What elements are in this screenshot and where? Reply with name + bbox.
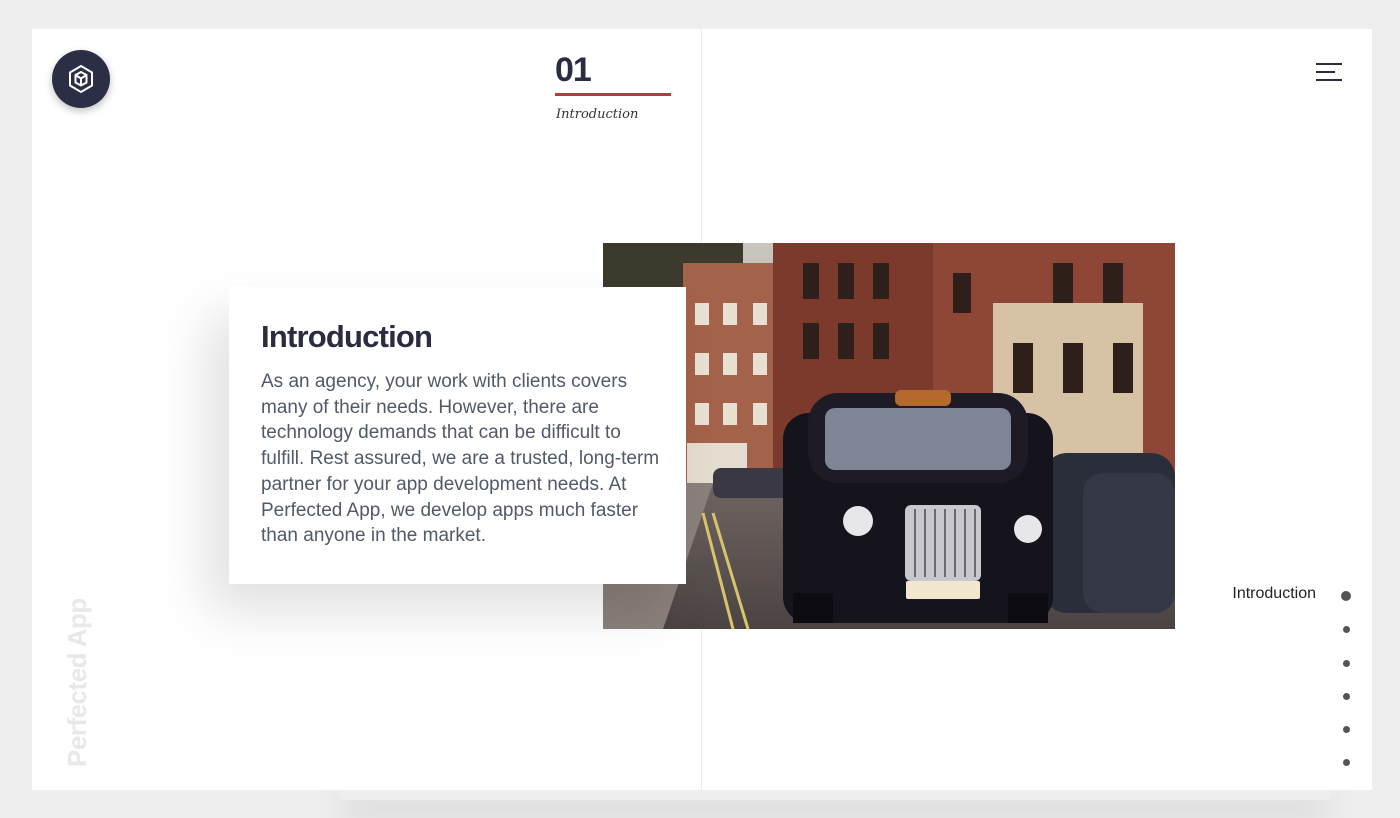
nav-dot-4[interactable] — [1343, 693, 1350, 700]
logo-button[interactable] — [52, 50, 110, 108]
intro-card: Introduction As an agency, your work wit… — [229, 287, 686, 584]
menu-button[interactable] — [1316, 61, 1344, 83]
hexagon-cube-icon — [69, 64, 93, 94]
nav-dot-1[interactable] — [1341, 591, 1351, 601]
section-caption: Introduction — [556, 107, 639, 122]
vertical-brand-name: Perfected App — [62, 598, 92, 767]
street-photo — [603, 243, 1175, 629]
nav-dot-3[interactable] — [1343, 660, 1350, 667]
section-number-underline — [555, 93, 671, 96]
section-dot-nav: Introduction — [1182, 585, 1352, 775]
slide-frame: 01 Introduction Introduction As an agenc… — [32, 29, 1372, 790]
nav-dot-2[interactable] — [1343, 626, 1350, 633]
intro-title: Introduction — [261, 319, 433, 354]
active-section-label[interactable]: Introduction — [1232, 585, 1316, 603]
intro-body-text: As an agency, your work with clients cov… — [261, 371, 660, 547]
section-number: 01 — [555, 51, 592, 89]
nav-dot-6[interactable] — [1343, 759, 1350, 766]
nav-dot-5[interactable] — [1343, 726, 1350, 733]
